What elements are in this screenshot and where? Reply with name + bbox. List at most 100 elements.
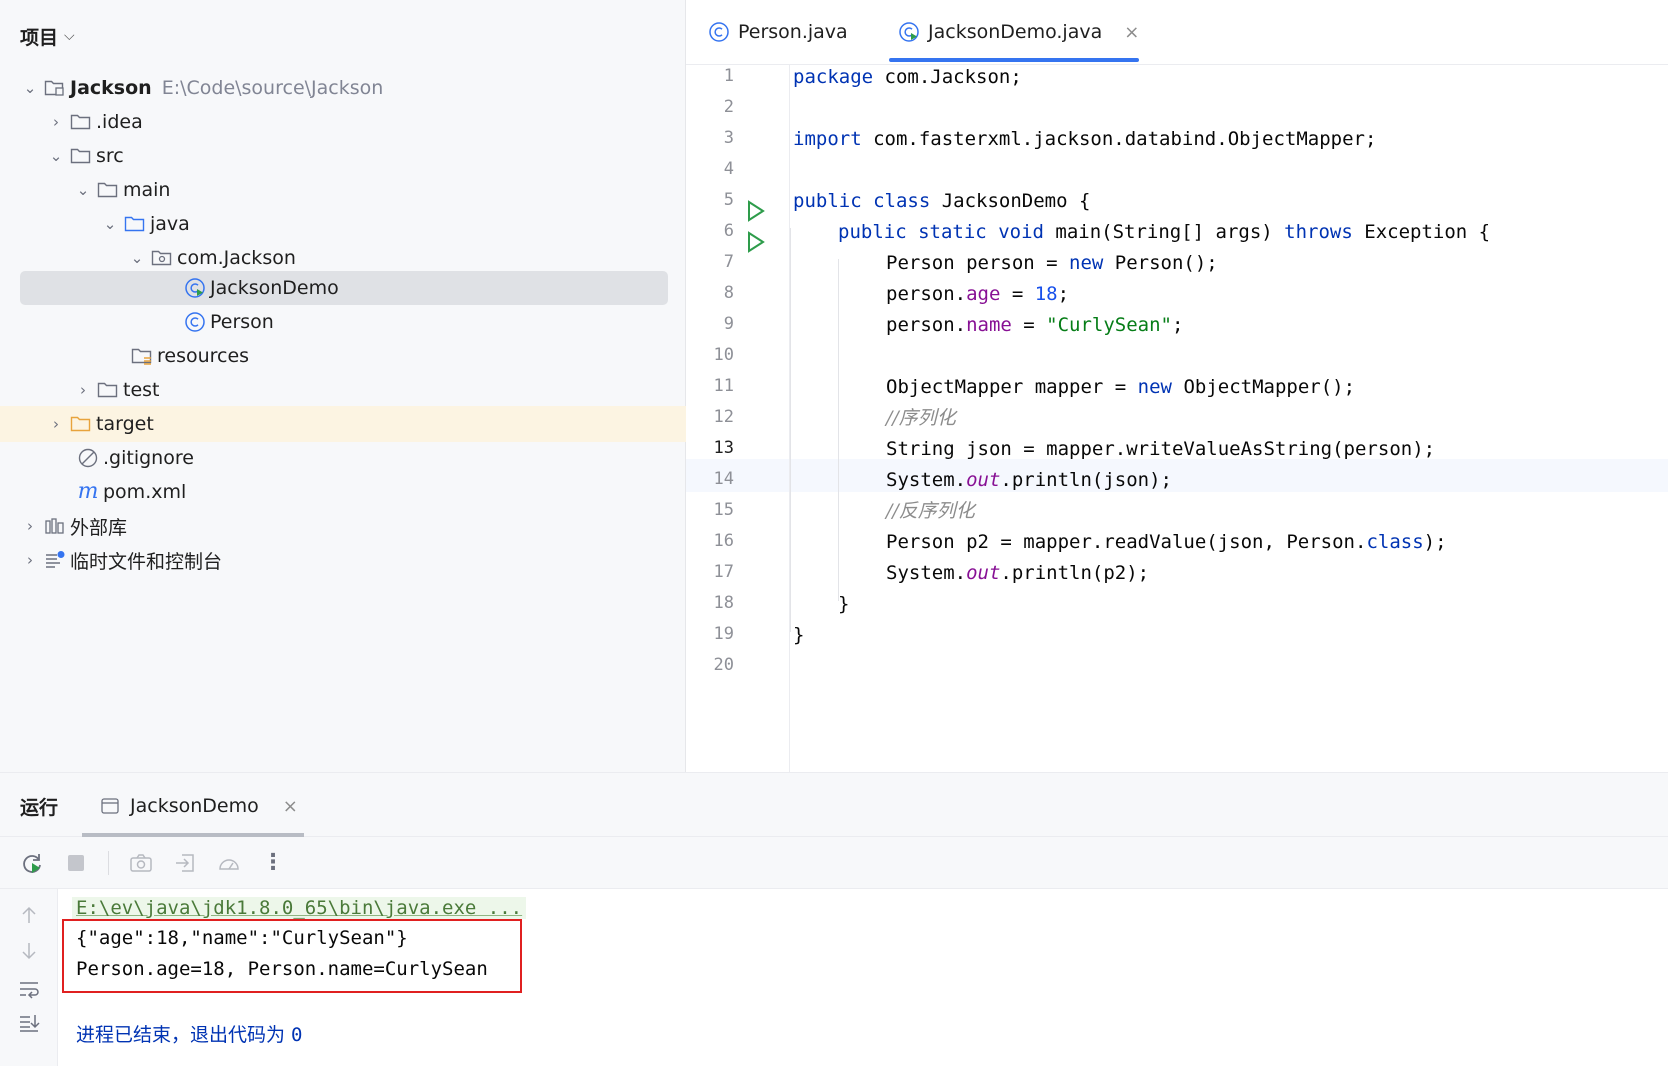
run-tab-jacksondemo[interactable]: JacksonDemo × — [100, 789, 298, 823]
line-number: 14 — [713, 469, 734, 489]
runnable-class-icon — [184, 277, 206, 299]
code-line-13[interactable]: String json = mapper.writeValueAsString(… — [886, 433, 1435, 466]
folder-icon — [97, 179, 119, 201]
toolbar-divider — [108, 850, 109, 875]
tree-item-scratches[interactable]: › 临时文件和控制台 — [0, 542, 686, 578]
tree-item-person[interactable]: Person — [0, 304, 686, 340]
code-line-11[interactable]: ObjectMapper mapper = new ObjectMapper()… — [886, 371, 1355, 404]
project-view-selector[interactable]: 项目 ⌵ — [20, 22, 75, 50]
arrow-down-icon[interactable] — [17, 939, 41, 963]
chevron-down-icon[interactable]: ⌄ — [46, 147, 66, 165]
tree-item-src[interactable]: ⌄ src — [0, 138, 686, 174]
line-number: 3 — [723, 128, 734, 148]
console-command-line[interactable]: E:\ev\java\jdk1.8.0_65\bin\java.exe ... — [72, 897, 527, 919]
tab-person-java[interactable]: Person.java — [708, 14, 848, 50]
code-line-1[interactable]: package com.Jackson; — [793, 61, 1022, 94]
tree-item-target[interactable]: › target — [0, 406, 686, 442]
code-line-6[interactable]: public static void main(String[] args) t… — [838, 216, 1490, 249]
arrow-up-icon[interactable] — [17, 903, 41, 927]
tree-item-java[interactable]: ⌄ java — [0, 206, 686, 242]
chevron-down-icon[interactable]: ⌄ — [20, 79, 40, 97]
tree-item-idea[interactable]: › .idea — [0, 104, 686, 140]
code-line-12[interactable]: //序列化 — [886, 402, 956, 435]
chevron-down-icon[interactable]: ⌄ — [100, 215, 120, 233]
chevron-right-icon[interactable]: › — [73, 381, 93, 399]
line-number: 13 — [713, 438, 734, 458]
scroll-to-end-icon[interactable] — [17, 1011, 41, 1035]
folder-icon — [70, 111, 92, 133]
tree-item-main[interactable]: ⌄ main — [0, 172, 686, 208]
tree-item-label: main — [123, 179, 171, 201]
ignore-file-icon — [77, 447, 99, 469]
runnable-class-icon — [899, 22, 919, 42]
exit-icon[interactable] — [173, 851, 197, 875]
stop-icon[interactable] — [64, 851, 88, 875]
line-number: 5 — [723, 190, 734, 210]
tree-item-label: JacksonDemo — [210, 277, 339, 299]
code-line-14[interactable]: System.out.println(json); — [886, 464, 1172, 497]
console-output[interactable]: E:\ev\java\jdk1.8.0_65\bin\java.exe ... … — [58, 889, 1668, 1066]
tree-item-pom-xml[interactable]: m pom.xml — [0, 474, 686, 510]
code-line-18[interactable]: } — [838, 588, 849, 621]
class-icon — [709, 22, 729, 42]
tree-item-label: target — [96, 413, 154, 435]
tree-item-resources[interactable]: resources — [0, 338, 686, 374]
code-line-3[interactable]: import com.fasterxml.jackson.databind.Ob… — [793, 123, 1376, 156]
run-icon[interactable] — [746, 231, 766, 253]
chevron-right-icon[interactable]: › — [20, 517, 40, 535]
exit-code: 0 — [291, 1024, 303, 1046]
resources-folder-icon — [131, 345, 153, 367]
chevron-down-icon[interactable]: ⌄ — [73, 181, 93, 199]
line-number: 18 — [713, 593, 734, 613]
soft-wrap-icon[interactable] — [17, 977, 41, 1001]
close-icon[interactable]: × — [1124, 22, 1139, 43]
tree-item-label: java — [150, 213, 190, 235]
tree-item-gitignore[interactable]: .gitignore — [0, 440, 686, 476]
code-editor: Person.java JacksonDemo.java × 123456789… — [686, 0, 1668, 772]
project-panel: 项目 ⌵ ⌄ Jackson E:\Code\source\Jackson › … — [0, 0, 686, 772]
camera-icon[interactable] — [129, 851, 153, 875]
rerun-icon[interactable] — [20, 851, 44, 875]
tree-item-label: .gitignore — [103, 447, 194, 469]
run-icon[interactable] — [746, 200, 766, 222]
tab-jacksondemo-java[interactable]: JacksonDemo.java × — [898, 14, 1139, 50]
editor-tab-bar: Person.java JacksonDemo.java × — [686, 0, 1668, 65]
tree-item-label: .idea — [96, 111, 143, 133]
chevron-down-icon[interactable]: ⌄ — [127, 249, 147, 267]
tree-item-external-libraries[interactable]: › 外部库 — [0, 508, 686, 544]
run-toolbar: ⋮ — [0, 837, 1668, 889]
code-line-9[interactable]: person.name = "CurlySean"; — [886, 309, 1183, 342]
close-icon[interactable]: × — [283, 796, 298, 817]
code-line-8[interactable]: person.age = 18; — [886, 278, 1069, 311]
tree-item-jackson[interactable]: ⌄ Jackson E:\Code\source\Jackson — [0, 70, 686, 106]
line-number: 10 — [713, 345, 734, 365]
code-line-17[interactable]: System.out.println(p2); — [886, 557, 1149, 590]
chevron-right-icon[interactable]: › — [46, 113, 66, 131]
line-number: 6 — [723, 221, 734, 241]
chevron-right-icon[interactable]: › — [20, 551, 40, 569]
code-line-5[interactable]: public class JacksonDemo { — [793, 185, 1090, 218]
code-line-19[interactable]: } — [793, 619, 804, 652]
tree-item-test[interactable]: › test — [0, 372, 686, 408]
line-number: 11 — [713, 376, 734, 396]
tree-item-path: E:\Code\source\Jackson — [161, 77, 384, 99]
code-line-7[interactable]: Person person = new Person(); — [886, 247, 1218, 280]
line-number: 7 — [723, 252, 734, 272]
tree-item-label: com.Jackson — [177, 247, 296, 269]
folder-icon — [97, 379, 119, 401]
profiler-icon[interactable] — [217, 851, 241, 875]
line-number: 1 — [723, 66, 734, 86]
maven-icon: m — [77, 479, 99, 504]
line-number: 20 — [713, 655, 734, 675]
tree-item-label: src — [96, 145, 124, 167]
module-folder-icon — [44, 77, 66, 99]
line-number: 12 — [713, 407, 734, 427]
tree-item-label: pom.xml — [103, 481, 187, 503]
more-options-icon[interactable]: ⋮ — [261, 850, 285, 875]
tree-item-label: test — [123, 379, 160, 401]
chevron-right-icon[interactable]: › — [46, 415, 66, 433]
tree-item-jacksondemo[interactable]: JacksonDemo — [0, 270, 686, 306]
code-line-15[interactable]: //反序列化 — [886, 495, 975, 528]
line-number: 17 — [713, 562, 734, 582]
code-line-16[interactable]: Person p2 = mapper.readValue(json, Perso… — [886, 526, 1447, 559]
